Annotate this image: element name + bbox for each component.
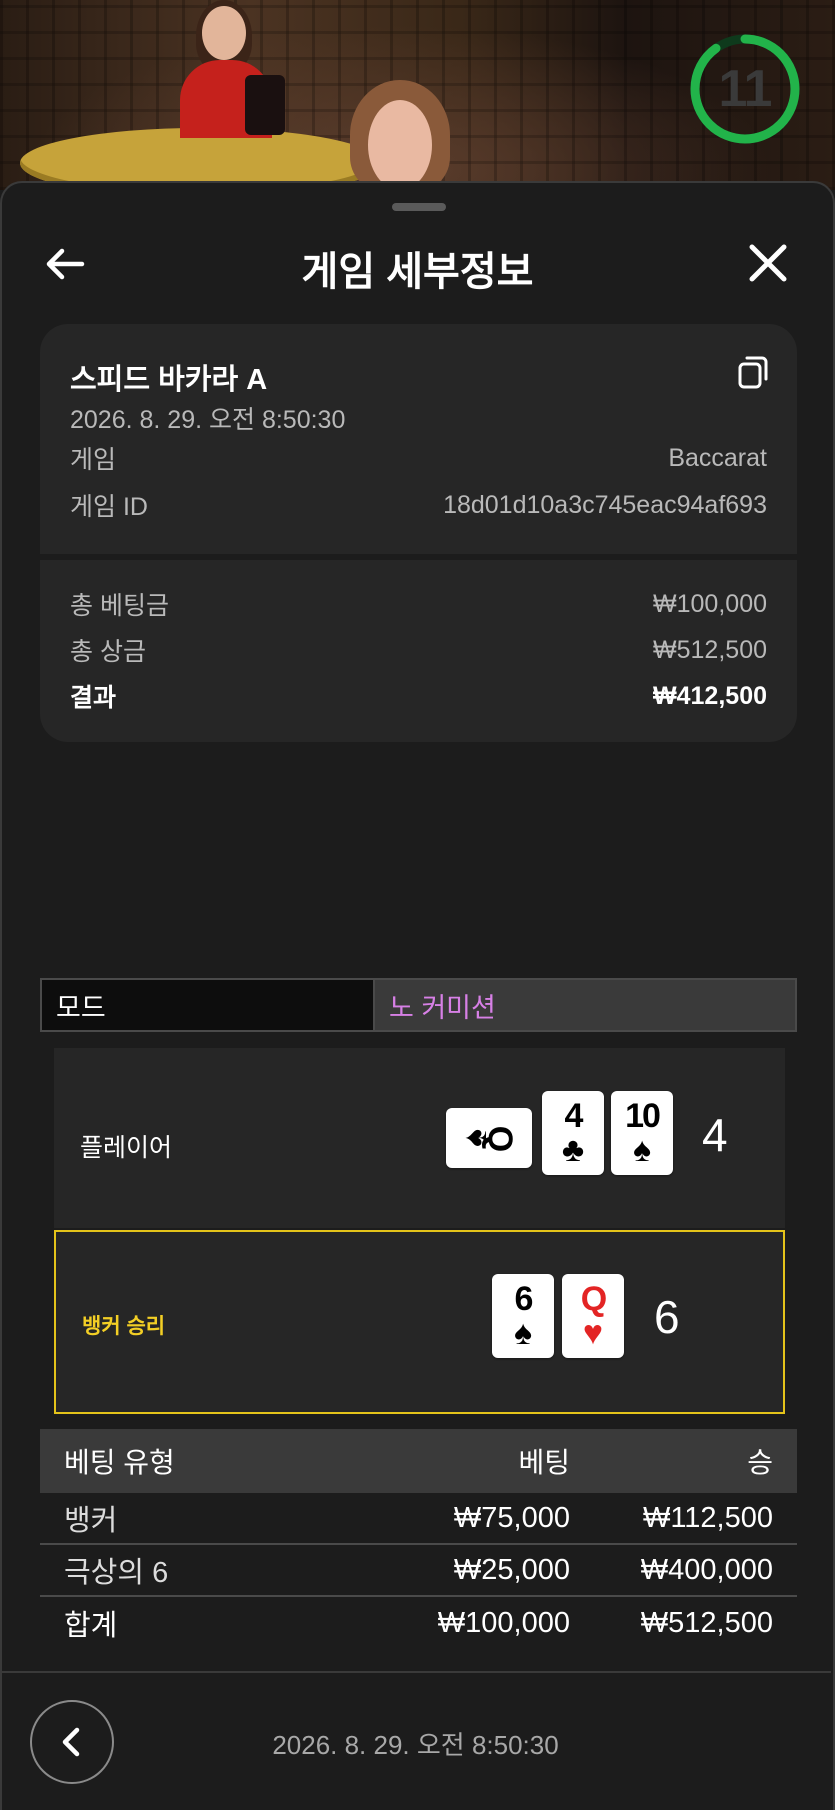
player-label: 플레이어 <box>80 1134 173 1162</box>
total-win-row: 총 상금 ₩512,500 <box>70 632 767 668</box>
total-bet-row: 총 베팅금 ₩100,000 <box>70 586 767 622</box>
game-summary-card: 스피드 바카라 A 2026. 8. 29. 오전 8:50:30 게임 Bac… <box>40 324 797 742</box>
win-amount: ₩112,500 <box>642 1501 773 1534</box>
table-row: 극상의 6 ₩25,000 ₩400,000 <box>40 1545 797 1597</box>
total-bet-label: 총 베팅금 <box>70 592 169 620</box>
total-bet-amount: ₩100,000 <box>437 1606 570 1639</box>
player-hand: 플레이어 ♠ Q 4 ♣ 10 ♠ 4 <box>54 1048 785 1228</box>
total-win-amount: ₩512,500 <box>640 1606 773 1639</box>
close-button[interactable] <box>744 239 792 287</box>
copy-icon <box>738 356 768 389</box>
total-label: 합계 <box>64 1610 118 1642</box>
playing-card: Q ♥ <box>562 1274 624 1358</box>
table-row: 뱅커 ₩75,000 ₩112,500 <box>40 1493 797 1545</box>
page-title: 게임 세부정보 <box>301 250 534 294</box>
mode-value: 노 커미션 <box>375 980 795 1030</box>
column-header-bet: 베팅 <box>518 1447 570 1478</box>
card-suit: ♥ <box>582 1314 604 1352</box>
playing-card: 4 ♣ <box>542 1091 604 1175</box>
card-suit: ♠ <box>513 1314 533 1352</box>
bet-type: 뱅커 <box>64 1505 118 1537</box>
playing-card: 10 ♠ <box>611 1091 673 1175</box>
total-row: 합계 ₩100,000 ₩512,500 <box>40 1597 797 1649</box>
dealer-figure <box>340 80 460 190</box>
card-rank: Q <box>481 1125 520 1151</box>
card-divider <box>40 554 797 560</box>
close-icon <box>749 244 787 282</box>
bet-type: 극상의 6 <box>64 1557 169 1589</box>
column-header-win: 승 <box>747 1447 773 1478</box>
game-id-label: 게임 ID <box>70 493 148 521</box>
game-row: 게임 Baccarat <box>70 440 767 476</box>
card-suit: ♠ <box>632 1131 652 1169</box>
game-name: 스피드 바카라 A <box>70 364 268 396</box>
round-timer: 11 <box>688 32 802 146</box>
footer-divider <box>0 1671 831 1673</box>
result-label: 결과 <box>70 684 117 712</box>
total-win-value: ₩512,500 <box>653 635 767 664</box>
banker-hand: 뱅커 승리 6 ♠ Q ♥ 6 <box>54 1230 785 1414</box>
mode-bar: 모드 노 커미션 <box>40 978 797 1032</box>
card-rank: 4 <box>564 1097 584 1135</box>
game-label: 게임 <box>70 446 117 474</box>
bet-amount: ₩75,000 <box>453 1501 570 1534</box>
banker-score: 6 <box>654 1291 680 1343</box>
game-id-row: 게임 ID 18d01d10a3c745eac94af693 <box>70 487 767 523</box>
timer-seconds: 11 <box>718 60 773 118</box>
total-bet-value: ₩100,000 <box>653 589 767 618</box>
sheet-header: 게임 세부정보 <box>2 223 833 303</box>
footer-date: 2026. 8. 29. 오전 8:50:30 <box>272 1730 559 1760</box>
game-id-value: 18d01d10a3c745eac94af693 <box>443 490 767 519</box>
playing-card: 6 ♠ <box>492 1274 554 1358</box>
game-date: 2026. 8. 29. 오전 8:50:30 <box>70 406 346 434</box>
column-header-type: 베팅 유형 <box>64 1447 175 1478</box>
total-win-label: 총 상금 <box>70 638 146 666</box>
card-suit: ♣ <box>561 1131 585 1169</box>
mode-label: 모드 <box>42 980 375 1030</box>
result-value: ₩412,500 <box>653 681 767 710</box>
bet-table: 베팅 유형 베팅 승 뱅커 ₩75,000 ₩112,500 극상의 6 ₩25… <box>40 1429 797 1649</box>
playing-card: ♠ Q <box>446 1108 532 1168</box>
bet-table-header: 베팅 유형 베팅 승 <box>40 1429 797 1493</box>
banker-label: 뱅커 승리 <box>82 1315 166 1338</box>
bet-amount: ₩25,000 <box>453 1553 570 1586</box>
sheet-grabber-handle[interactable] <box>392 203 446 211</box>
card-rank: 6 <box>514 1280 534 1318</box>
copy-button[interactable] <box>736 354 770 390</box>
card-rank: 10 <box>625 1097 661 1135</box>
game-value: Baccarat <box>668 443 767 472</box>
chair <box>245 75 285 135</box>
game-details-sheet: 게임 세부정보 스피드 바카라 A 2026. 8. 29. 오전 8:50:3… <box>0 181 835 1810</box>
win-amount: ₩400,000 <box>640 1553 773 1586</box>
card-rank: Q <box>580 1280 607 1318</box>
player-score: 4 <box>702 1109 728 1161</box>
result-row: 결과 ₩412,500 <box>70 678 767 714</box>
